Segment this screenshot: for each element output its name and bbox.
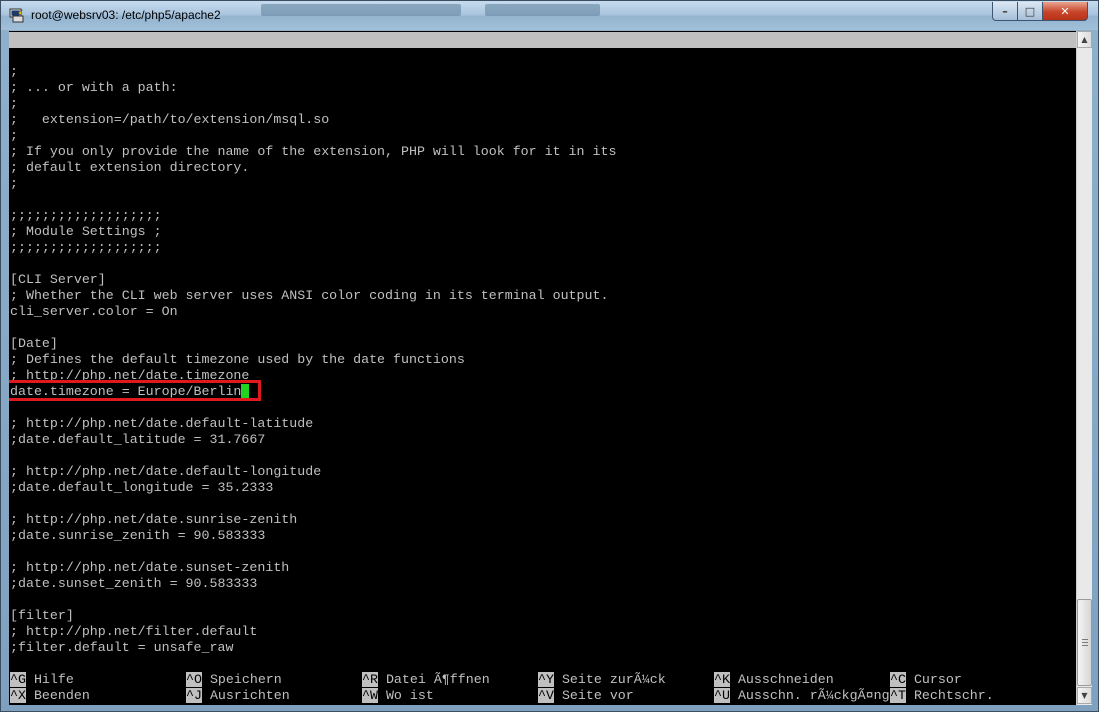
nano-header: GNU nano 2.2.6 Datei: php.ini bbox=[9, 32, 1076, 79]
text-line: ; http://php.net/date.default-longitude bbox=[10, 464, 322, 479]
scroll-down-button[interactable]: ▼ bbox=[1077, 687, 1092, 704]
text-line: ; bbox=[10, 64, 18, 79]
blurred-title-area bbox=[261, 4, 461, 16]
shortcut-key: ^R bbox=[362, 672, 378, 687]
text-line: [filter] bbox=[10, 608, 74, 623]
shortcut-item: ^V Seite vor bbox=[538, 688, 634, 704]
text-line: ; Defines the default timezone used by t… bbox=[10, 352, 465, 367]
text-line: ; Module Settings ; bbox=[10, 224, 162, 239]
text-line: ;filter.default = unsafe_raw bbox=[10, 640, 234, 655]
shortcut-key: ^J bbox=[186, 688, 202, 703]
shortcut-label: Ausrichten bbox=[201, 688, 290, 703]
shortcut-key: ^G bbox=[10, 672, 26, 687]
title-bar[interactable]: root@websrv03: /etc/php5/apache2 – □ ✕ bbox=[1, 1, 1098, 30]
text-line: ; default extension directory. bbox=[10, 160, 250, 175]
shortcut-label: Datei Ã¶ffnen bbox=[377, 672, 490, 687]
text-line: ; Whether the CLI web server uses ANSI c… bbox=[10, 288, 609, 303]
shortcut-key: ^W bbox=[362, 688, 378, 703]
text-line: ;;;;;;;;;;;;;;;;;;; bbox=[10, 208, 162, 223]
text-line: ; bbox=[10, 176, 18, 191]
shortcut-label: Beenden bbox=[25, 688, 90, 703]
text-line: cli_server.color = On bbox=[10, 304, 178, 319]
text-line: ;date.sunset_zenith = 90.583333 bbox=[10, 576, 258, 591]
shortcut-label: Hilfe bbox=[25, 672, 74, 687]
shortcut-item: ^J Ausrichten bbox=[186, 688, 290, 704]
timezone-highlight-box bbox=[9, 380, 261, 401]
shortcut-item: ^K Ausschneiden bbox=[714, 672, 834, 688]
minimize-button[interactable]: – bbox=[992, 2, 1018, 21]
shortcut-label: Wo ist bbox=[377, 688, 434, 703]
maximize-button[interactable]: □ bbox=[1017, 2, 1043, 21]
shortcut-label: Seite zurÃ¼ck bbox=[553, 672, 666, 687]
shortcut-item: ^W Wo ist bbox=[362, 688, 434, 704]
scroll-thumb[interactable] bbox=[1077, 599, 1092, 686]
shortcut-item: ^X Beenden bbox=[10, 688, 90, 704]
shortcut-item: ^U Ausschn. rÃ¼ckgÃ¤ngig bbox=[714, 688, 906, 704]
text-line: ; http://php.net/date.sunrise-zenith bbox=[10, 512, 298, 527]
shortcut-item: ^R Datei Ã¶ffnen bbox=[362, 672, 490, 688]
shortcut-label: Rechtschr. bbox=[905, 688, 994, 703]
shortcut-key: ^O bbox=[186, 672, 202, 687]
text-line: ; bbox=[10, 128, 18, 143]
shortcut-item: ^G Hilfe bbox=[10, 672, 74, 688]
shortcut-item: ^T Rechtschr. bbox=[890, 688, 994, 704]
shortcut-label: Speichern bbox=[201, 672, 282, 687]
shortcut-item: ^O Speichern bbox=[186, 672, 282, 688]
text-line: ; ... or with a path: bbox=[10, 80, 178, 95]
scroll-up-button[interactable]: ▲ bbox=[1077, 31, 1092, 48]
nano-version: GNU nano 2.2.6 bbox=[25, 48, 137, 63]
shortcut-label: Cursor bbox=[905, 672, 962, 687]
putty-icon bbox=[9, 8, 24, 23]
shortcut-key: ^U bbox=[714, 688, 730, 703]
close-button[interactable]: ✕ bbox=[1042, 2, 1088, 21]
shortcut-key: ^K bbox=[714, 672, 730, 687]
shortcut-key: ^C bbox=[890, 672, 906, 687]
text-line: ; bbox=[10, 96, 18, 111]
shortcut-key: ^T bbox=[890, 688, 906, 703]
window-title: root@websrv03: /etc/php5/apache2 bbox=[31, 8, 221, 22]
shortcut-key: ^X bbox=[10, 688, 26, 703]
shortcut-key: ^Y bbox=[538, 672, 554, 687]
text-line: ; http://php.net/filter.default bbox=[10, 624, 258, 639]
terminal-area[interactable]: GNU nano 2.2.6 Datei: php.ini ;; ... or … bbox=[9, 31, 1076, 705]
shortcut-key: ^V bbox=[538, 688, 554, 703]
text-line: ;date.sunrise_zenith = 90.583333 bbox=[10, 528, 266, 543]
text-line: ;;;;;;;;;;;;;;;;;;; bbox=[10, 240, 162, 255]
file-name: Datei: php.ini bbox=[395, 64, 507, 79]
shortcut-item: ^C Cursor bbox=[890, 672, 962, 688]
text-line: ;date.default_longitude = 35.2333 bbox=[10, 480, 274, 495]
text-line: ; If you only provide the name of the ex… bbox=[10, 144, 617, 159]
text-line: ; http://php.net/date.sunset-zenith bbox=[10, 560, 290, 575]
text-line: ; extension=/path/to/extension/msql.so bbox=[10, 112, 330, 127]
shortcut-label: Ausschn. rÃ¼ckgÃ¤ngig bbox=[729, 688, 906, 703]
text-line: ; http://php.net/date.default-latitude bbox=[10, 416, 314, 431]
text-line: [CLI Server] bbox=[10, 272, 106, 287]
putty-window: root@websrv03: /etc/php5/apache2 – □ ✕ G… bbox=[0, 0, 1099, 712]
text-line: [Date] bbox=[10, 336, 58, 351]
vertical-scrollbar[interactable]: ▲ ▼ bbox=[1076, 31, 1092, 705]
shortcut-item: ^Y Seite zurÃ¼ck bbox=[538, 672, 666, 688]
shortcut-label: Ausschneiden bbox=[729, 672, 834, 687]
text-line: ;date.default_latitude = 31.7667 bbox=[10, 432, 266, 447]
blurred-title-area bbox=[485, 4, 600, 16]
shortcut-label: Seite vor bbox=[553, 688, 634, 703]
